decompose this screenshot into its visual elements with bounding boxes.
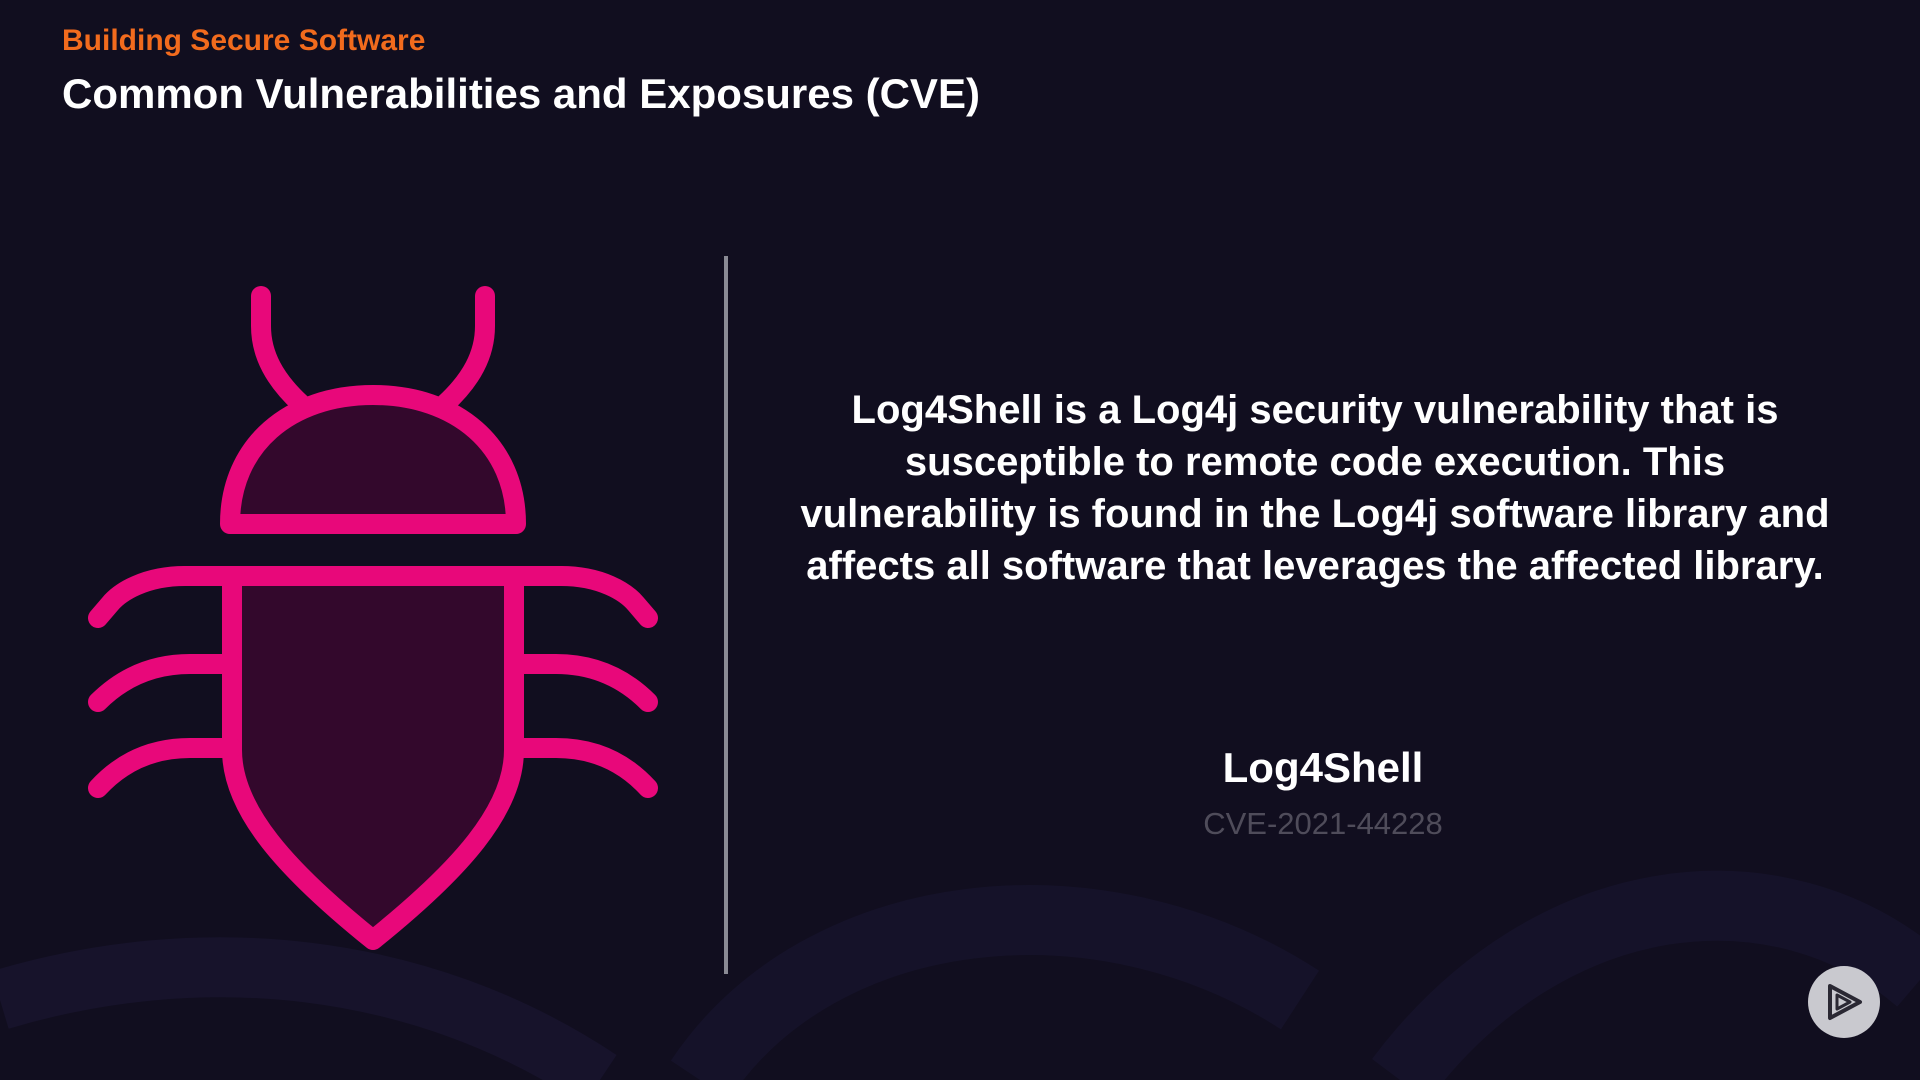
cve-description: Log4Shell is a Log4j security vulnerabil… (800, 388, 1830, 588)
vertical-divider (724, 256, 728, 974)
bug-icon (88, 286, 658, 950)
cve-id: CVE-2021-44228 (1203, 806, 1443, 841)
play-logo-icon[interactable] (1808, 966, 1880, 1038)
course-title: Building Secure Software (62, 24, 426, 57)
play-triangle-icon (1828, 984, 1862, 1020)
slide-title: Common Vulnerabilities and Exposures (CV… (62, 70, 980, 117)
cve-name: Log4Shell (1222, 744, 1424, 791)
